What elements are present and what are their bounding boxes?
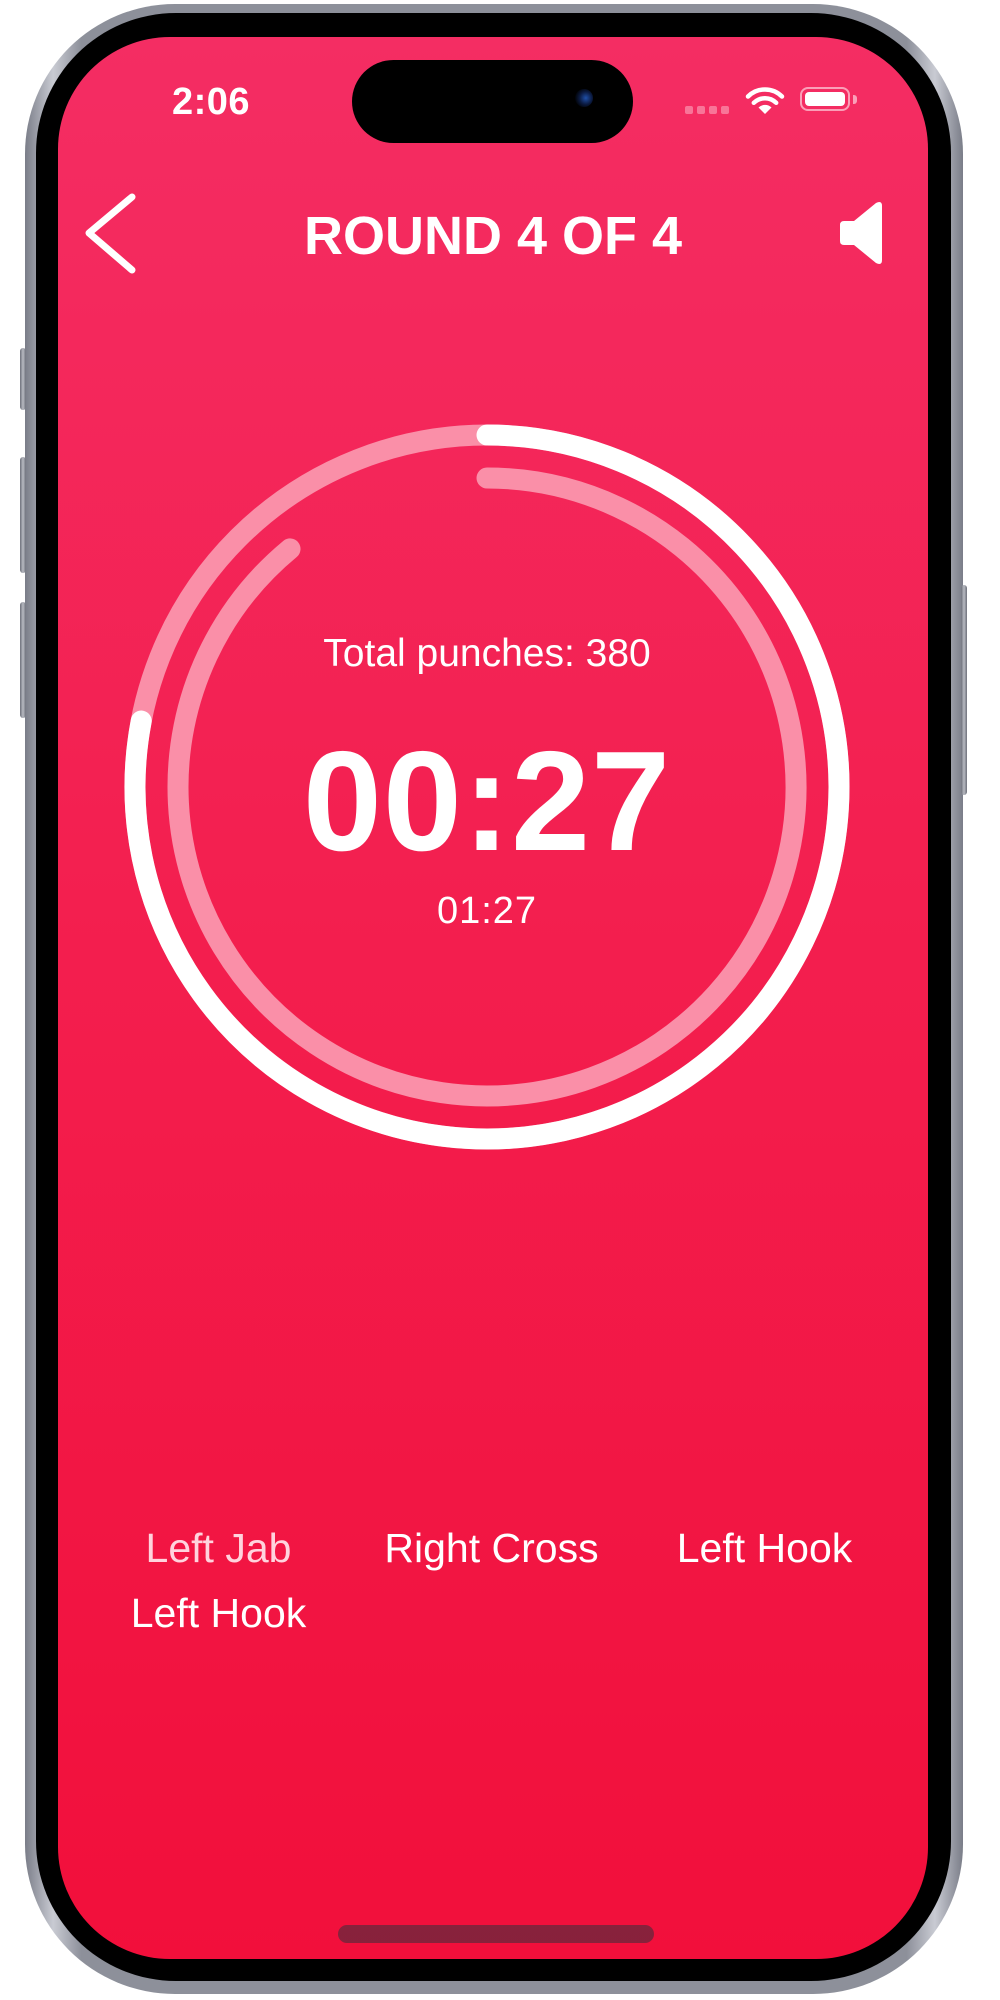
app-screen: 2:06 ROUND 4 OF 4 Total punches: 380 00:… — [58, 37, 928, 1959]
punch-item: Right Cross — [384, 1525, 599, 1571]
punch-item: Left Jab — [145, 1525, 292, 1571]
volume-up-button — [20, 457, 26, 573]
home-indicator[interactable] — [338, 1925, 654, 1943]
punch-combo-list: Left Jab Right Cross Left Hook Left Hook — [82, 1525, 902, 1637]
power-button — [961, 585, 967, 795]
action-button — [20, 348, 26, 410]
punch-item: Left Hook — [130, 1590, 307, 1636]
punch-item: Left Hook — [676, 1525, 853, 1571]
total-time-remaining: 01:27 — [436, 890, 538, 932]
volume-down-button — [20, 602, 26, 718]
round-timer: 00:27 — [302, 722, 672, 881]
total-punches-label: Total punches: 380 — [323, 632, 651, 675]
progress-rings — [124, 424, 850, 1150]
